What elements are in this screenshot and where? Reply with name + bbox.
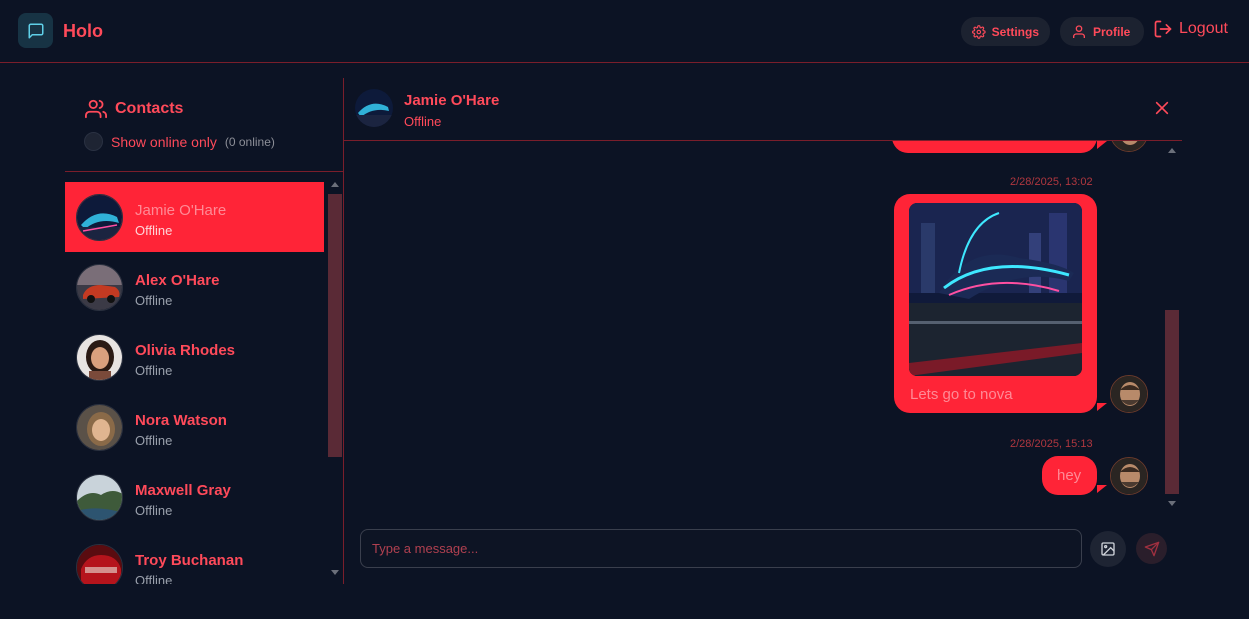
scroll-down-icon[interactable] bbox=[331, 570, 339, 575]
message-timestamp: 2/28/2025, 15:13 bbox=[1010, 438, 1093, 450]
contact-status: Offline bbox=[135, 363, 173, 378]
message-list: 2/28/2025, 13:02 Lets go to nova 2/28/20… bbox=[344, 141, 1182, 513]
contact-list-scrollbar[interactable] bbox=[328, 182, 342, 582]
user-icon bbox=[1073, 24, 1085, 38]
profile-label: Profile bbox=[1093, 24, 1131, 39]
avatar bbox=[76, 194, 123, 241]
online-count: (0 online) bbox=[224, 134, 275, 149]
avatar bbox=[76, 334, 123, 381]
contact-item-nora-watson[interactable]: Nora Watson Offline bbox=[65, 392, 324, 462]
contacts-heading: Contacts bbox=[85, 98, 183, 120]
contacts-title: Contacts bbox=[115, 100, 184, 117]
avatar bbox=[76, 474, 123, 521]
contact-status: Offline bbox=[135, 503, 173, 518]
avatar bbox=[76, 264, 123, 311]
chat-bubble-logo-icon bbox=[18, 13, 53, 48]
logout-button[interactable]: Logout bbox=[1153, 19, 1228, 39]
contact-item-troy-buchanan[interactable]: Troy Buchanan Offline bbox=[65, 532, 324, 584]
message-image[interactable] bbox=[909, 203, 1082, 376]
contact-name: Nora Watson bbox=[135, 412, 227, 429]
contact-list: Jamie O'Hare Offline Alex O'Hare Offline… bbox=[65, 182, 324, 584]
chat-contact-name: Jamie O'Hare bbox=[404, 92, 500, 109]
online-checkbox[interactable] bbox=[84, 132, 103, 151]
message-bubble-previous bbox=[892, 141, 1097, 153]
bubble-tail bbox=[1097, 485, 1107, 493]
scroll-up-icon[interactable] bbox=[331, 182, 339, 187]
contact-status: Offline bbox=[135, 433, 173, 448]
avatar bbox=[76, 404, 123, 451]
scroll-down-icon[interactable] bbox=[1168, 501, 1176, 506]
chat-contact-avatar bbox=[355, 89, 393, 127]
sender-avatar bbox=[1110, 457, 1148, 495]
app-brand[interactable]: Holo bbox=[63, 21, 103, 42]
chat-header: Jamie O'Hare Offline bbox=[344, 78, 1182, 141]
message-list-scrollbar[interactable] bbox=[1165, 141, 1179, 513]
contact-name: Jamie O'Hare bbox=[135, 202, 227, 219]
image-icon bbox=[1101, 542, 1115, 556]
sender-avatar bbox=[1110, 141, 1148, 152]
divider bbox=[65, 171, 343, 172]
settings-label: Settings bbox=[991, 24, 1039, 39]
gear-icon bbox=[972, 24, 986, 39]
contact-status: Offline bbox=[135, 293, 173, 308]
contact-name: Olivia Rhodes bbox=[135, 342, 236, 359]
logout-icon bbox=[1154, 20, 1172, 38]
chat-contact-status: Offline bbox=[404, 114, 442, 129]
show-online-toggle[interactable]: Show online only (0 online) bbox=[84, 132, 275, 151]
users-icon bbox=[85, 99, 107, 119]
message-text: hey bbox=[1057, 467, 1082, 484]
logout-label: Logout bbox=[1179, 20, 1228, 37]
contact-item-jamie-ohare[interactable]: Jamie O'Hare Offline bbox=[65, 182, 324, 252]
message-input[interactable] bbox=[360, 529, 1082, 568]
message-bubble: Lets go to nova bbox=[894, 194, 1097, 413]
bubble-tail bbox=[1097, 141, 1107, 149]
contacts-sidebar: Contacts Show online only (0 online) Jam… bbox=[65, 78, 344, 584]
send-icon bbox=[1144, 541, 1159, 556]
scrollbar-thumb[interactable] bbox=[1165, 310, 1179, 494]
contact-name: Troy Buchanan bbox=[135, 552, 244, 569]
contact-item-olivia-rhodes[interactable]: Olivia Rhodes Offline bbox=[65, 322, 324, 392]
contact-status: Offline bbox=[135, 223, 173, 238]
scrollbar-thumb[interactable] bbox=[328, 194, 342, 457]
bubble-tail bbox=[1097, 403, 1107, 411]
contact-status: Offline bbox=[135, 573, 173, 584]
contact-name: Maxwell Gray bbox=[135, 482, 231, 499]
scroll-up-icon[interactable] bbox=[1168, 148, 1176, 153]
top-navbar: Holo Settings Profile Logout bbox=[0, 0, 1249, 63]
sender-avatar bbox=[1110, 375, 1148, 413]
profile-button[interactable]: Profile bbox=[1060, 17, 1144, 46]
contact-item-maxwell-gray[interactable]: Maxwell Gray Offline bbox=[65, 462, 324, 532]
close-icon[interactable] bbox=[1154, 100, 1170, 116]
message-text: Lets go to nova bbox=[910, 386, 1013, 403]
message-bubble: hey bbox=[1042, 456, 1097, 495]
send-button[interactable] bbox=[1136, 533, 1167, 564]
contact-item-alex-ohare[interactable]: Alex O'Hare Offline bbox=[65, 252, 324, 322]
attach-image-button[interactable] bbox=[1090, 531, 1126, 567]
online-toggle-label: Show online only bbox=[111, 133, 217, 150]
message-timestamp: 2/28/2025, 13:02 bbox=[1010, 176, 1093, 188]
settings-button[interactable]: Settings bbox=[961, 17, 1050, 46]
contact-name: Alex O'Hare bbox=[135, 272, 220, 289]
avatar bbox=[76, 544, 123, 584]
